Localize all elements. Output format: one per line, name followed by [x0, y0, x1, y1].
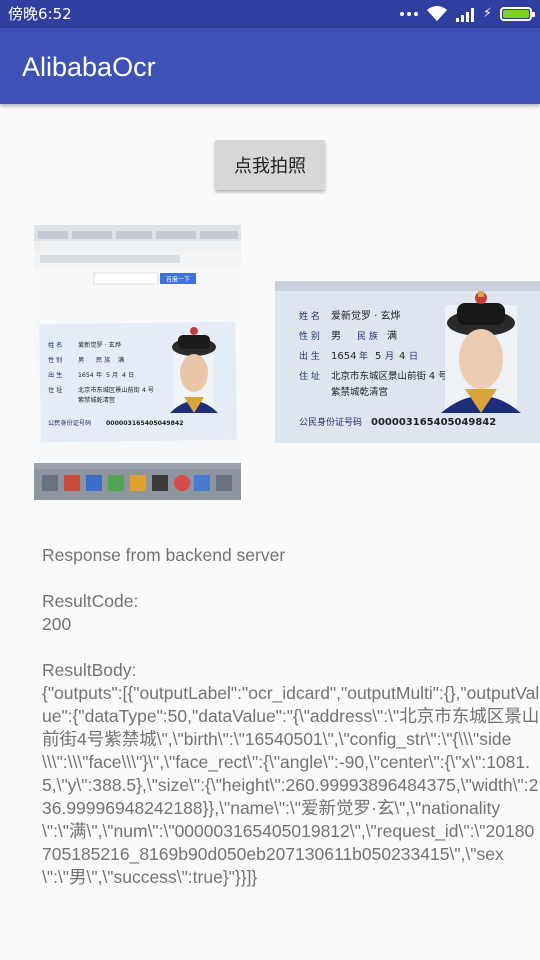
result-body-value: {"outputs":[{"outputLabel":"ocr_idcard",…: [42, 683, 540, 887]
svg-text:性 别: 性 别: [48, 356, 62, 364]
svg-text:姓 名: 姓 名: [299, 310, 320, 322]
status-icons: ⚡: [400, 5, 535, 23]
response-heading: Response from backend server: [42, 545, 286, 565]
svg-text:北京市东城区景山前街 4 号: 北京市东城区景山前街 4 号: [331, 370, 448, 382]
svg-text:4: 4: [122, 372, 126, 379]
charging-icon: ⚡: [483, 6, 493, 21]
svg-text:姓 名: 姓 名: [48, 341, 62, 349]
svg-text:男: 男: [331, 330, 341, 342]
status-time: 傍晚6:52: [8, 5, 72, 23]
result-body-label: ResultBody:: [42, 660, 137, 680]
battery-icon: [500, 7, 535, 21]
svg-text:5: 5: [375, 351, 381, 362]
svg-text:出 生: 出 生: [48, 371, 62, 379]
svg-text:爱新觉罗 · 玄烨: 爱新觉罗 · 玄烨: [331, 309, 401, 322]
more-notifications-icon: [400, 11, 418, 17]
svg-text:民 族: 民 族: [96, 356, 110, 364]
svg-text:4: 4: [399, 351, 405, 362]
svg-text:000003165405049842: 000003165405049842: [106, 420, 184, 427]
svg-text:爱新觉罗 · 玄烨: 爱新觉罗 · 玄烨: [78, 341, 121, 349]
wifi-icon: [427, 6, 447, 22]
svg-text:紫禁城乾清宫: 紫禁城乾清宫: [78, 396, 115, 404]
app-title: AlibabaOcr: [22, 52, 156, 82]
take-photo-button[interactable]: 点我拍照: [215, 140, 325, 190]
svg-text:日: 日: [409, 351, 418, 362]
svg-text:年: 年: [359, 350, 368, 362]
signal-icon: [456, 6, 474, 22]
svg-text:满: 满: [118, 356, 124, 364]
svg-text:住 址: 住 址: [299, 370, 320, 382]
svg-text:满: 满: [387, 330, 397, 342]
svg-text:5: 5: [106, 372, 110, 379]
svg-text:民 族: 民 族: [357, 330, 378, 342]
svg-text:北京市东城区景山前街 4 号: 北京市东城区景山前街 4 号: [78, 386, 154, 394]
app-bar: AlibabaOcr: [0, 28, 540, 104]
svg-text:出 生: 出 生: [299, 350, 320, 362]
svg-text:男: 男: [78, 357, 84, 364]
response-panel: Response from backend server ResultCode:…: [42, 544, 540, 889]
svg-text:紫禁城乾清宫: 紫禁城乾清宫: [331, 386, 388, 398]
svg-text:公民身份证号码: 公民身份证号码: [48, 419, 91, 427]
search-button-text: 百度一下: [166, 276, 190, 284]
result-code-label: ResultCode:: [42, 591, 139, 611]
svg-text:1654: 1654: [331, 351, 356, 362]
svg-text:月: 月: [112, 372, 118, 379]
svg-text:公民身份证号码: 公民身份证号码: [299, 416, 362, 428]
svg-text:性 别: 性 别: [299, 330, 320, 342]
cropped-id-card: 姓 名 爱新觉罗 · 玄烨 性 别 男 民 族 满 出 生 1654 年 5 月…: [275, 281, 540, 443]
svg-text:日: 日: [128, 372, 134, 379]
captured-photo: 百度一下 姓 名 爱新觉罗 · 玄烨 性 别 男 民 族 满 出 生 1654 …: [34, 225, 241, 500]
svg-text:1654: 1654: [78, 372, 94, 379]
svg-text:年: 年: [96, 371, 102, 379]
status-bar: 傍晚6:52 ⚡: [0, 0, 540, 28]
svg-text:住 址: 住 址: [48, 386, 62, 394]
svg-text:000003165405049842: 000003165405049842: [371, 417, 496, 428]
svg-text:月: 月: [385, 351, 394, 362]
result-code-value: 200: [42, 614, 72, 634]
